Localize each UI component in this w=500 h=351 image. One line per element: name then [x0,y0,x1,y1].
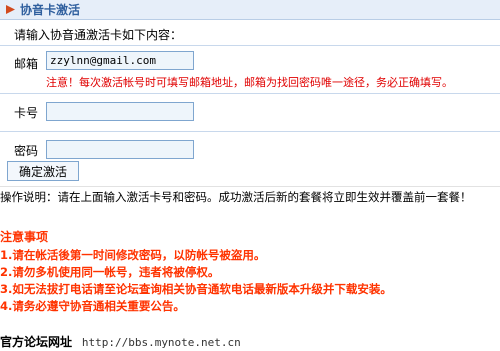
activate-button[interactable]: 确定激活 [7,161,79,181]
card-row: 卡号 [0,94,500,132]
notice-item: 2.请勿多机使用同一帐号，违者将被停权。 [0,265,220,279]
forum-link[interactable]: http://bbs.mynote.net.cn [82,336,241,349]
notice-title: 注意事项 [0,230,49,244]
card-label: 卡号 [14,106,39,120]
email-field[interactable] [46,51,194,70]
divider [0,186,500,187]
page-title: 协音卡激活 [20,3,81,17]
card-number-field[interactable] [46,102,194,121]
form-intro-row: 请输入协音通激活卡如下内容： [0,20,500,46]
password-field[interactable] [46,140,194,159]
password-label: 密码 [14,144,39,158]
email-note: 注意！每次激活帐号时可填写邮箱地址，邮箱为找回密码唯一途径，务必正确填写。 [46,76,453,89]
notice-item: 3.如无法拔打电话请至论坛查询相关协音通软电话最新版本升级并下载安装。 [0,282,392,296]
email-row: 邮箱 注意！每次激活帐号时可填写邮箱地址，邮箱为找回密码唯一途径，务必正确填写。 [0,46,500,94]
arrow-bullet-icon [6,5,15,14]
notice-item: 1.请在帐活後第一时间修改密码，以防帐号被盗用。 [0,248,266,262]
forum-label: 官方论坛网址 [0,335,73,349]
form-intro: 请输入协音通激活卡如下内容： [14,28,183,42]
title-bar: 协音卡激活 [0,0,500,20]
instructions-text: 操作说明：请在上面输入激活卡号和密码。成功激活后新的套餐将立即生效并覆盖前一套餐… [0,190,472,204]
activation-form: 请输入协音通激活卡如下内容： 邮箱 注意！每次激活帐号时可填写邮箱地址，邮箱为找… [0,20,500,180]
notice-item: 4.请务必遵守协音通相关重要公告。 [0,299,185,313]
email-label: 邮箱 [14,57,39,71]
forum-row: 官方论坛网址 http://bbs.mynote.net.cn [0,333,241,350]
